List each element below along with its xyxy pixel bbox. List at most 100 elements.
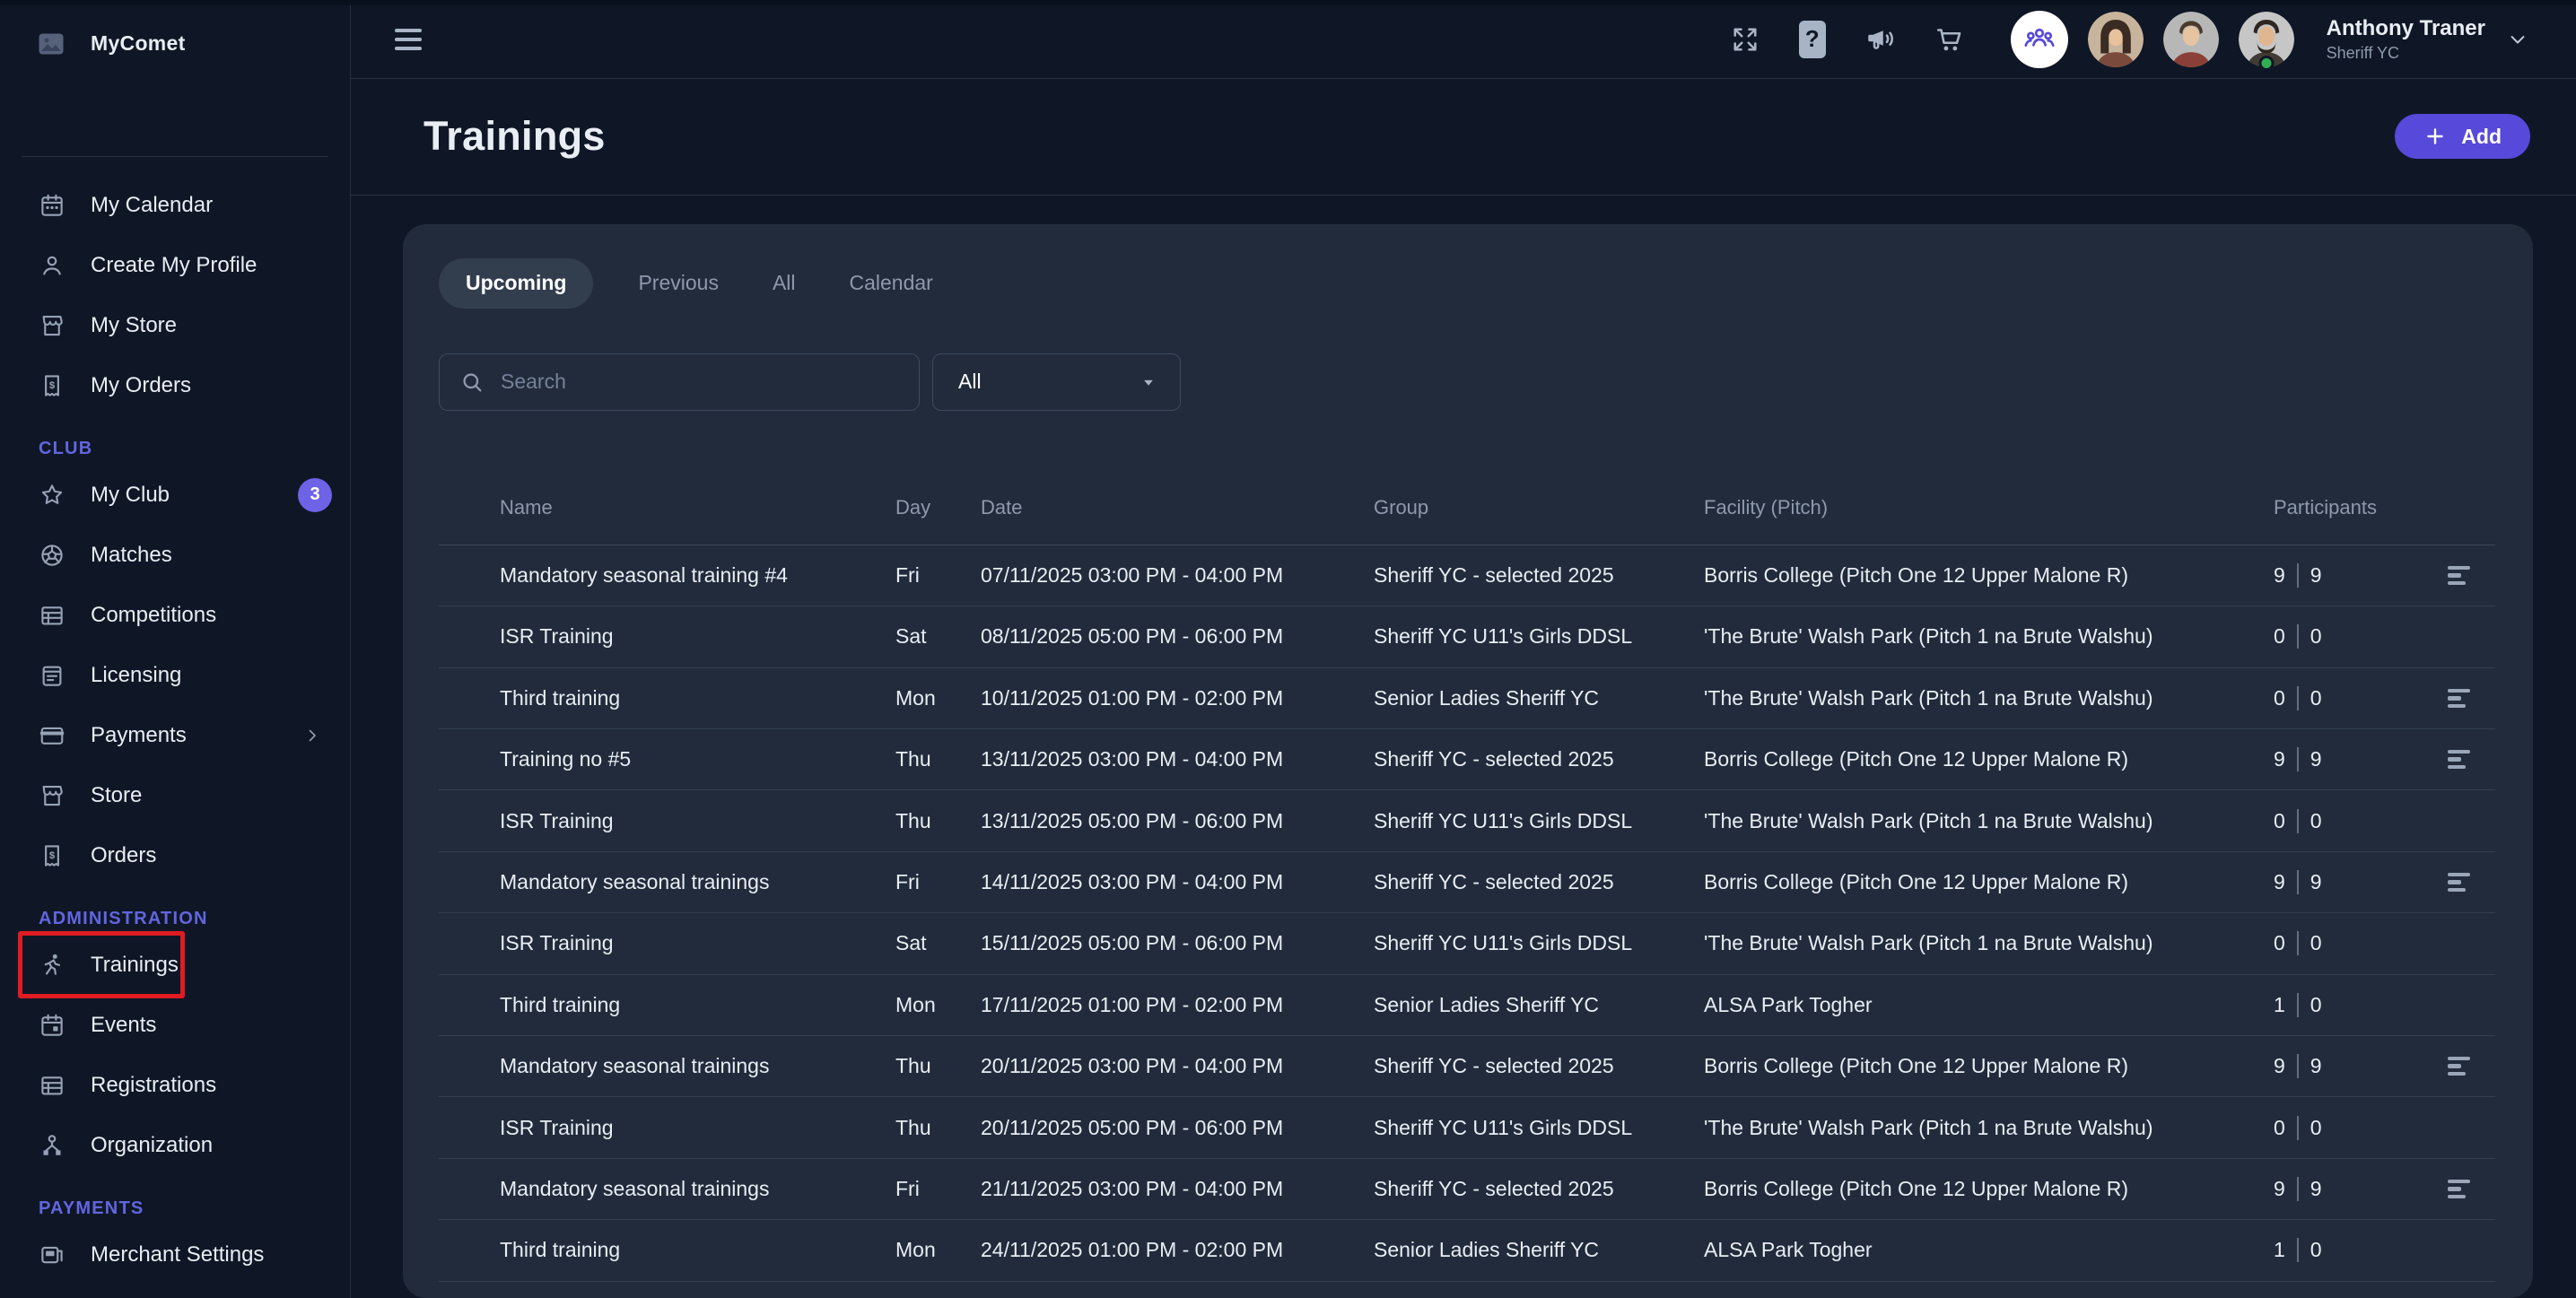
avatar-male-beard[interactable] xyxy=(2239,12,2294,67)
sidebar-item-store[interactable]: Store xyxy=(0,765,350,825)
row-notes-icon[interactable] xyxy=(2448,566,2470,586)
cell-participants: 00 xyxy=(2274,624,2423,649)
participants-separator xyxy=(2297,686,2299,710)
sidebar-item-my-club[interactable]: My Club 3 xyxy=(0,465,350,525)
cell-group: Sheriff YC - selected 2025 xyxy=(1374,747,1704,771)
sidebar-item-label: My Orders xyxy=(91,373,191,398)
participants-separator xyxy=(2297,993,2299,1017)
participants-separator xyxy=(2297,624,2299,649)
category-select[interactable]: All xyxy=(932,353,1181,411)
participants-count-left: 1 xyxy=(2274,1238,2285,1262)
table-row[interactable]: ISR TrainingThu13/11/2025 05:00 PM - 06:… xyxy=(439,790,2495,851)
sidebar-item-registrations[interactable]: Registrations xyxy=(0,1055,350,1115)
sidebar-item-merchant-settings[interactable]: Merchant Settings xyxy=(0,1224,350,1285)
content-divider xyxy=(351,195,2576,196)
user-org: Sheriff YC xyxy=(2327,44,2485,63)
cell-group: Senior Ladies Sheriff YC xyxy=(1374,993,1704,1017)
cell-facility: 'The Brute' Walsh Park (Pitch 1 na Brute… xyxy=(1704,1116,2274,1140)
sidebar-item-payments[interactable]: Payments xyxy=(0,705,350,765)
participants-separator xyxy=(2297,747,2299,771)
avatar-female[interactable] xyxy=(2088,12,2144,67)
sidebar-item-licensing[interactable]: Licensing xyxy=(0,645,350,705)
table-row[interactable]: ISR TrainingSat08/11/2025 05:00 PM - 06:… xyxy=(439,606,2495,667)
search-input[interactable] xyxy=(501,370,901,394)
brand-logo-icon xyxy=(39,33,64,55)
sidebar-item-label: My Calendar xyxy=(91,193,213,218)
tab-previous[interactable]: Previous xyxy=(629,258,727,309)
svg-text:$: $ xyxy=(49,850,56,861)
table-row[interactable]: ISR TrainingSat15/11/2025 05:00 PM - 06:… xyxy=(439,913,2495,974)
main-column: ? Anthony Traner Sheriff YC Trainings Ad… xyxy=(351,0,2576,1298)
row-notes-icon[interactable] xyxy=(2448,1180,2470,1199)
table-row[interactable]: Third trainingMon10/11/2025 01:00 PM - 0… xyxy=(439,668,2495,729)
receipt-icon: $ xyxy=(39,842,65,869)
row-notes-icon[interactable] xyxy=(2448,750,2470,770)
add-button[interactable]: Add xyxy=(2395,114,2530,159)
cell-facility: ALSA Park Togher xyxy=(1704,1238,2274,1262)
sidebar-item-label: My Club xyxy=(91,483,170,508)
table-row[interactable]: Third trainingMon17/11/2025 01:00 PM - 0… xyxy=(439,975,2495,1036)
sidebar-item-my-store[interactable]: My Store xyxy=(0,295,350,355)
participants-count-left: 0 xyxy=(2274,809,2285,833)
table-row[interactable]: ISR TrainingThu20/11/2025 05:00 PM - 06:… xyxy=(439,1097,2495,1158)
cell-group: Sheriff YC U11's Girls DDSL xyxy=(1374,809,1704,833)
table-row[interactable]: Mandatory seasonal trainingsThu20/11/202… xyxy=(439,1036,2495,1097)
svg-text:$: $ xyxy=(49,380,56,391)
table-row[interactable]: Third trainingMon24/11/2025 01:00 PM - 0… xyxy=(439,1220,2495,1281)
run-icon xyxy=(39,952,65,979)
megaphone-icon[interactable] xyxy=(1864,23,1896,56)
sidebar-item-create-my-profile[interactable]: Create My Profile xyxy=(0,235,350,295)
avatar-male-young[interactable] xyxy=(2163,12,2219,67)
cell-day: Sat xyxy=(895,624,981,649)
cell-date: 20/11/2025 03:00 PM - 04:00 PM xyxy=(981,1054,1374,1078)
sidebar-item-trainings[interactable]: Trainings xyxy=(0,935,350,995)
row-notes-icon[interactable] xyxy=(2448,689,2470,709)
store-icon xyxy=(39,312,65,339)
count-badge: 3 xyxy=(298,478,332,512)
cart-icon[interactable] xyxy=(1934,23,1966,56)
search-box xyxy=(439,353,920,411)
cell-participants: 99 xyxy=(2274,563,2423,588)
row-notes-icon[interactable] xyxy=(2448,873,2470,893)
tab-upcoming[interactable]: Upcoming xyxy=(439,258,593,309)
cell-name: Mandatory seasonal trainings xyxy=(500,1054,895,1078)
sidebar-item-label: Licensing xyxy=(91,663,181,688)
table-row[interactable]: Mandatory seasonal trainingsFri21/11/202… xyxy=(439,1159,2495,1220)
column-header-facility-pitch: Facility (Pitch) xyxy=(1704,496,2274,519)
tab-calendar[interactable]: Calendar xyxy=(841,258,942,309)
help-icon[interactable]: ? xyxy=(1799,21,1826,58)
user-menu[interactable]: Anthony Traner Sheriff YC xyxy=(2327,16,2485,63)
chevron-down-icon[interactable] xyxy=(2505,27,2530,52)
sidebar-item-my-orders[interactable]: $ My Orders xyxy=(0,355,350,415)
menu-icon[interactable] xyxy=(395,29,422,50)
row-notes-icon[interactable] xyxy=(2448,1057,2470,1076)
cell-day: Fri xyxy=(895,1177,981,1201)
sidebar-item-events[interactable]: Events xyxy=(0,995,350,1055)
sidebar-item-matches[interactable]: Matches xyxy=(0,525,350,585)
category-select-value: All xyxy=(958,370,982,394)
table-row[interactable]: Mandatory seasonal trainingsFri14/11/202… xyxy=(439,852,2495,913)
tab-all[interactable]: All xyxy=(764,258,805,309)
app-root: MyComet My CalendarCreate My ProfileMy S… xyxy=(0,0,2576,1298)
participants-count-right: 0 xyxy=(2310,1116,2322,1140)
profile-switcher-button[interactable] xyxy=(2011,11,2068,68)
table-row[interactable]: Training no #5Thu13/11/2025 03:00 PM - 0… xyxy=(439,729,2495,790)
table-icon xyxy=(39,602,65,629)
table-row[interactable]: Mandatory seasonal training #4Fri07/11/2… xyxy=(439,545,2495,606)
participants-separator xyxy=(2297,870,2299,894)
participants-count-left: 9 xyxy=(2274,870,2285,894)
sidebar-item-organization[interactable]: Organization xyxy=(0,1115,350,1175)
sidebar-item-competitions[interactable]: Competitions xyxy=(0,585,350,645)
cell-date: 13/11/2025 03:00 PM - 04:00 PM xyxy=(981,747,1374,771)
sidebar-item-my-calendar[interactable]: My Calendar xyxy=(0,175,350,235)
sidebar-item-orders[interactable]: $Orders xyxy=(0,825,350,885)
sidebar-item-label: Create My Profile xyxy=(91,253,257,278)
terminal-icon xyxy=(39,1241,65,1268)
cell-day: Thu xyxy=(895,809,981,833)
tab-bar: Upcoming Previous All Calendar xyxy=(439,258,2497,309)
cell-day: Fri xyxy=(895,870,981,894)
cell-date: 21/11/2025 03:00 PM - 04:00 PM xyxy=(981,1177,1374,1201)
cell-group: Sheriff YC - selected 2025 xyxy=(1374,870,1704,894)
cell-participants: 99 xyxy=(2274,747,2423,771)
fullscreen-icon[interactable] xyxy=(1729,23,1761,56)
